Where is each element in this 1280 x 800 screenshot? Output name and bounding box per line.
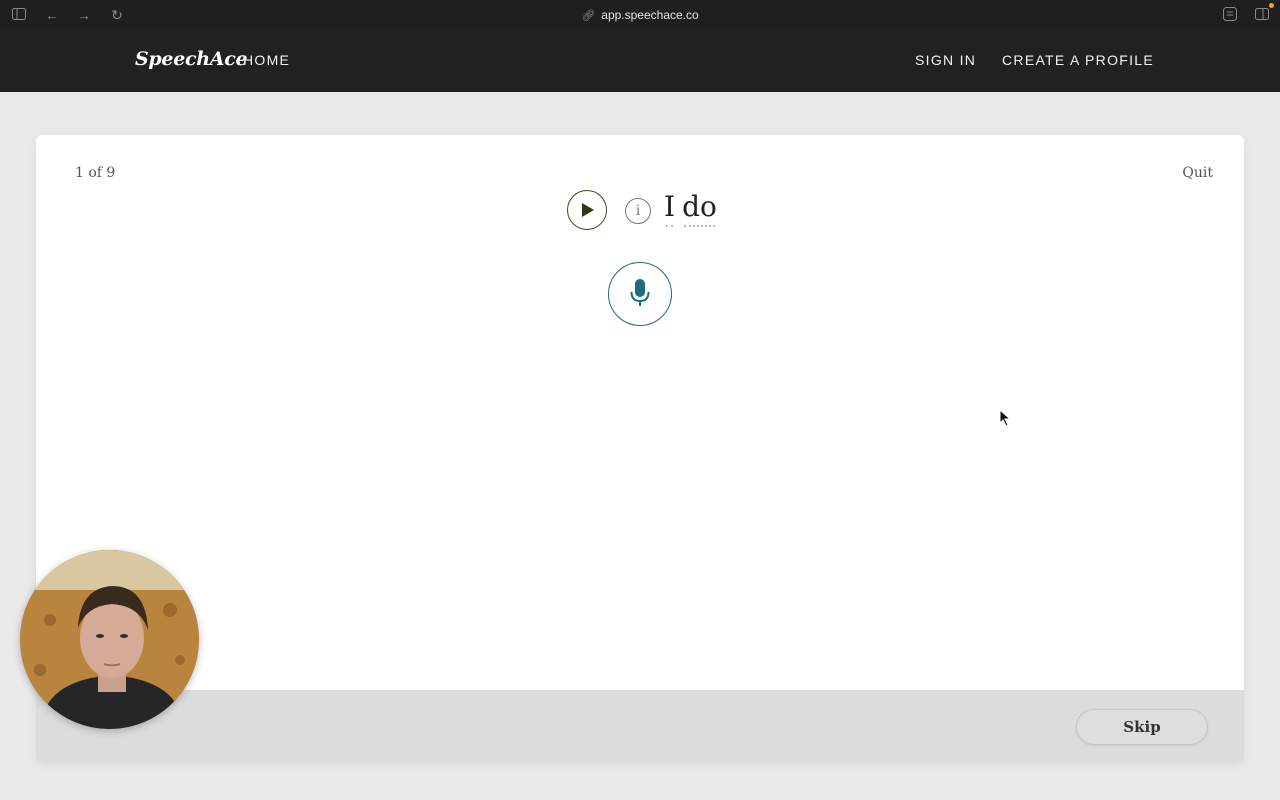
nav-create-profile[interactable]: CREATE A PROFILE xyxy=(1002,52,1154,68)
forward-arrow-icon[interactable]: → xyxy=(76,7,92,23)
webcam-overlay[interactable] xyxy=(20,550,199,729)
exercise-card: 1 of 9 Quit i Ido Skip xyxy=(36,135,1244,763)
webcam-person-image xyxy=(20,550,199,729)
url-text: app.speechace.co xyxy=(601,8,699,22)
back-arrow-icon[interactable]: ← xyxy=(44,7,60,23)
nav-home[interactable]: HOME xyxy=(243,52,290,68)
browser-toolbar: ← → ↻ 🔗︎ app.speechace.co xyxy=(0,0,1280,30)
quit-link[interactable]: Quit xyxy=(1182,165,1213,181)
play-audio-button[interactable] xyxy=(567,190,607,230)
skip-button[interactable]: Skip xyxy=(1076,709,1208,745)
mouse-cursor-icon xyxy=(999,409,1011,427)
progress-counter: 1 of 9 xyxy=(75,165,116,181)
link-icon: 🔗︎ xyxy=(581,10,596,22)
microphone-icon xyxy=(630,279,650,306)
reader-icon[interactable] xyxy=(1222,7,1238,23)
sidebar-icon[interactable] xyxy=(11,7,27,23)
speechace-logo[interactable]: SpeechAce xyxy=(135,48,248,70)
split-view-icon[interactable] xyxy=(1254,7,1270,23)
address-bar[interactable]: 🔗︎ app.speechace.co xyxy=(540,6,740,24)
target-phrase: Ido xyxy=(664,190,724,227)
site-header: SpeechAce HOME SIGN IN CREATE A PROFILE xyxy=(0,30,1280,92)
info-button[interactable]: i xyxy=(625,198,651,224)
notification-dot xyxy=(1269,3,1274,8)
card-footer: Skip xyxy=(36,690,1244,763)
play-icon xyxy=(582,203,594,217)
phrase-word[interactable]: do xyxy=(682,190,717,227)
record-microphone-button[interactable] xyxy=(608,262,672,326)
phrase-word[interactable]: I xyxy=(664,190,675,227)
reload-icon[interactable]: ↻ xyxy=(109,7,125,23)
nav-sign-in[interactable]: SIGN IN xyxy=(915,52,976,68)
